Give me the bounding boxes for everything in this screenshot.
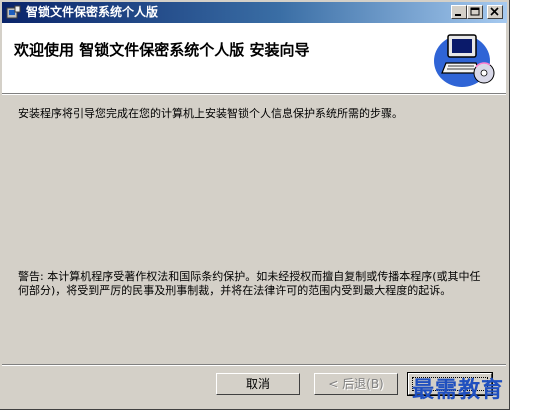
maximize-icon bbox=[470, 7, 480, 16]
installer-icon bbox=[6, 5, 21, 19]
minimize-icon bbox=[455, 14, 461, 16]
watermark: 最需教育 bbox=[412, 377, 505, 403]
close-button[interactable] bbox=[487, 5, 503, 19]
minimize-button[interactable] bbox=[451, 5, 467, 19]
installer-window: 智锁文件保密系统个人版 欢迎使用 智锁文件保密系统个人版 安装向导 安装程序将引… bbox=[0, 0, 510, 410]
button-divider-highlight bbox=[2, 365, 506, 366]
title-bar[interactable]: 智锁文件保密系统个人版 bbox=[2, 2, 507, 23]
back-button[interactable]: < 后退(B) bbox=[314, 373, 398, 395]
intro-text: 安装程序将引导您完成在您的计算机上安装智锁个人信息保护系统所需的步骤。 bbox=[18, 107, 403, 120]
close-icon bbox=[490, 7, 499, 16]
warning-text: 警告: 本计算机程序受著作权法和国际条约保护。如未经授权而擅自复制或传播本程序(… bbox=[18, 270, 481, 297]
maximize-button[interactable] bbox=[467, 5, 483, 19]
header-divider bbox=[2, 94, 506, 95]
window-title: 智锁文件保密系统个人版 bbox=[26, 5, 159, 19]
computer-cd-icon bbox=[434, 34, 495, 87]
page-title: 欢迎使用 智锁文件保密系统个人版 安装向导 bbox=[14, 41, 310, 59]
cancel-button[interactable]: 取消 bbox=[216, 373, 300, 395]
wizard-header: 欢迎使用 智锁文件保密系统个人版 安装向导 bbox=[2, 23, 506, 94]
